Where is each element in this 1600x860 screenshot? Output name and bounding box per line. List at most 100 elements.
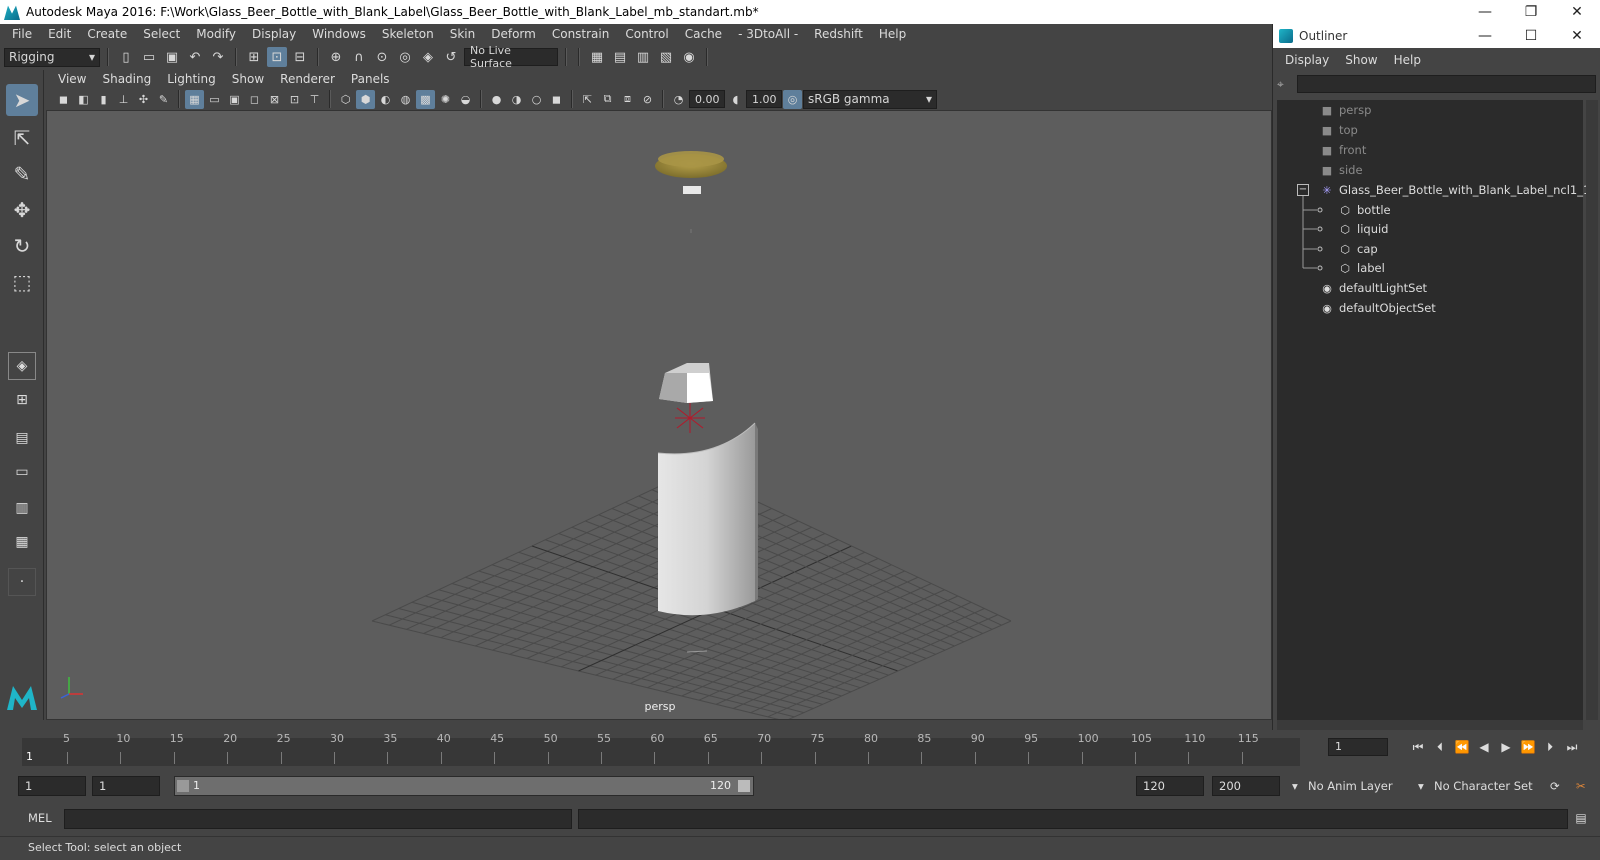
camera-select-icon[interactable]: ◼ [54, 90, 73, 109]
motion-blur-icon[interactable]: ◑ [507, 90, 526, 109]
range-start-handle[interactable] [177, 780, 189, 792]
outliner-minimize-button[interactable]: — [1462, 24, 1508, 48]
outliner-item-group[interactable]: ✳ Glass_Beer_Bottle_with_Blank_Label_ncl… [1319, 180, 1590, 200]
outliner-close-button[interactable]: ✕ [1554, 24, 1600, 48]
menu-3dtoall[interactable]: - 3DtoAll - [730, 27, 806, 41]
new-scene-icon[interactable]: ▯ [116, 47, 136, 67]
panel-menu-renderer[interactable]: Renderer [272, 72, 343, 86]
play-backward-icon[interactable]: ◀ [1474, 738, 1494, 756]
range-end-handle[interactable] [738, 780, 750, 792]
color-space-dropdown[interactable]: sRGB gamma ▾ [803, 89, 937, 109]
lasso-tool-icon[interactable]: ⇱ [6, 122, 38, 154]
color-management-icon[interactable]: ◎ [783, 89, 802, 109]
panel-menu-lighting[interactable]: Lighting [159, 72, 224, 86]
minimize-button[interactable]: — [1462, 0, 1508, 24]
outliner-item-side[interactable]: ■ side [1319, 160, 1363, 180]
snap-live-icon[interactable]: ↺ [441, 47, 461, 67]
menu-deform[interactable]: Deform [483, 27, 544, 41]
xray-components-icon[interactable]: ⊘ [638, 90, 657, 109]
anim-layer-dropdown[interactable]: No Anim Layer [1302, 776, 1412, 796]
step-forward-key-icon[interactable]: ⏵ [1540, 738, 1560, 756]
scene-start-field[interactable]: 1 [18, 776, 86, 796]
go-to-start-icon[interactable]: ⏮ [1408, 738, 1428, 756]
move-tool-icon[interactable]: ✥ [6, 194, 38, 226]
outliner-vertical-scrollbar[interactable] [1586, 100, 1598, 720]
exposure-icon[interactable]: ◔ [669, 90, 688, 109]
close-button[interactable]: ✕ [1554, 0, 1600, 24]
paint-select-tool-icon[interactable]: ✎ [6, 158, 38, 190]
smooth-shade-icon[interactable]: ⬢ [356, 89, 375, 109]
snap-surface-icon[interactable]: ◈ [418, 47, 438, 67]
menu-edit[interactable]: Edit [40, 27, 79, 41]
live-surface-field[interactable]: No Live Surface [464, 44, 558, 70]
safe-action-icon[interactable]: ⊡ [285, 90, 304, 109]
menu-constrain[interactable]: Constrain [544, 27, 618, 41]
exposure-field[interactable]: 0.00 [689, 90, 725, 108]
chevron-down-icon[interactable]: ▾ [1412, 776, 1426, 796]
open-scene-icon[interactable]: ▭ [139, 47, 159, 67]
2d-pan-icon[interactable]: ✣ [134, 90, 153, 109]
menu-skeleton[interactable]: Skeleton [374, 27, 442, 41]
snap-grid-icon[interactable]: ⊕ [326, 47, 346, 67]
menu-redshift[interactable]: Redshift [806, 27, 871, 41]
shade-default-icon[interactable]: ◐ [376, 90, 395, 109]
snap-view-icon[interactable]: ◎ [395, 47, 415, 67]
menu-skin[interactable]: Skin [442, 27, 484, 41]
outliner-item-defaultlightset[interactable]: ◉ defaultLightSet [1319, 278, 1427, 298]
use-lights-icon[interactable]: ✺ [436, 90, 455, 109]
panel-menu-shading[interactable]: Shading [94, 72, 159, 86]
filter-icon[interactable]: ⌖ [1277, 77, 1291, 91]
collapse-toggle[interactable]: − [1297, 184, 1309, 196]
four-view-layout-icon[interactable]: ⊞ [8, 386, 36, 414]
bottle-cap[interactable] [655, 151, 727, 194]
menu-cache[interactable]: Cache [677, 27, 730, 41]
bookmark-icon[interactable]: ▮ [94, 90, 113, 109]
select-object-icon[interactable]: ⊡ [267, 47, 287, 67]
image-plane-icon[interactable]: ⊥ [114, 90, 133, 109]
camera-lock-icon[interactable]: ◧ [74, 90, 93, 109]
redo-icon[interactable]: ↷ [208, 47, 228, 67]
rotate-tool-icon[interactable]: ↻ [6, 230, 38, 262]
isolate-select-icon[interactable]: ⇱ [578, 90, 597, 109]
gamma-field[interactable]: 1.00 [746, 90, 782, 108]
hypershade-icon[interactable]: ◉ [679, 47, 699, 67]
outliner-item-bottle[interactable]: ⬡ bottle [1337, 200, 1390, 220]
current-frame-field[interactable]: 1 [1328, 738, 1388, 756]
anti-alias-icon[interactable]: ○ [527, 90, 546, 109]
snap-curve-icon[interactable]: ∩ [349, 47, 369, 67]
gate-mask-icon[interactable]: ◻ [245, 90, 264, 109]
single-view-layout-icon[interactable]: ◈ [8, 352, 36, 380]
menu-create[interactable]: Create [79, 27, 135, 41]
menu-windows[interactable]: Windows [304, 27, 374, 41]
outliner-item-front[interactable]: ■ front [1319, 140, 1367, 160]
step-back-frame-icon[interactable]: ⏪ [1452, 738, 1472, 756]
menu-select[interactable]: Select [135, 27, 188, 41]
outliner-menu-help[interactable]: Help [1386, 53, 1429, 67]
character-set-dropdown[interactable]: No Character Set [1428, 776, 1544, 796]
select-hierarchy-icon[interactable]: ⊞ [244, 47, 264, 67]
menu-modify[interactable]: Modify [188, 27, 244, 41]
outliner-horizontal-scrollbar[interactable] [1277, 720, 1583, 730]
wireframe-on-shaded-icon[interactable]: ◍ [396, 90, 415, 109]
script-editor-icon[interactable]: ▤ [1572, 811, 1590, 827]
menu-display[interactable]: Display [244, 27, 304, 41]
panel-menu-view[interactable]: View [50, 72, 94, 86]
step-back-key-icon[interactable]: ⏴ [1430, 738, 1450, 756]
outliner-item-defaultobjectset[interactable]: ◉ defaultObjectSet [1319, 298, 1436, 318]
anim-prefs-icon[interactable]: ✂ [1570, 776, 1592, 796]
textured-icon[interactable]: ▩ [416, 89, 435, 109]
gamma-icon[interactable]: ◖ [726, 90, 745, 109]
select-component-icon[interactable]: ⊟ [290, 47, 310, 67]
render-frame-icon[interactable]: ▤ [610, 47, 630, 67]
outliner-menu-display[interactable]: Display [1277, 53, 1337, 67]
persp-uv-layout-icon[interactable]: ▦ [8, 528, 36, 556]
outliner-item-top[interactable]: ■ top [1319, 120, 1358, 140]
restore-button[interactable]: ❐ [1508, 0, 1554, 24]
outliner-menu-show[interactable]: Show [1337, 53, 1385, 67]
field-chart-icon[interactable]: ⊠ [265, 90, 284, 109]
grease-pencil-icon[interactable]: ✎ [154, 90, 173, 109]
time-slider-track[interactable]: 1 5 10 15 20 25 30 35 40 45 50 55 60 65 70 75 80 85 90 95 1… [22, 732, 1300, 766]
persp-graph-layout-icon[interactable]: ▭ [8, 458, 36, 486]
layout-options-icon[interactable]: · [8, 568, 36, 596]
step-forward-frame-icon[interactable]: ⏩ [1518, 738, 1538, 756]
